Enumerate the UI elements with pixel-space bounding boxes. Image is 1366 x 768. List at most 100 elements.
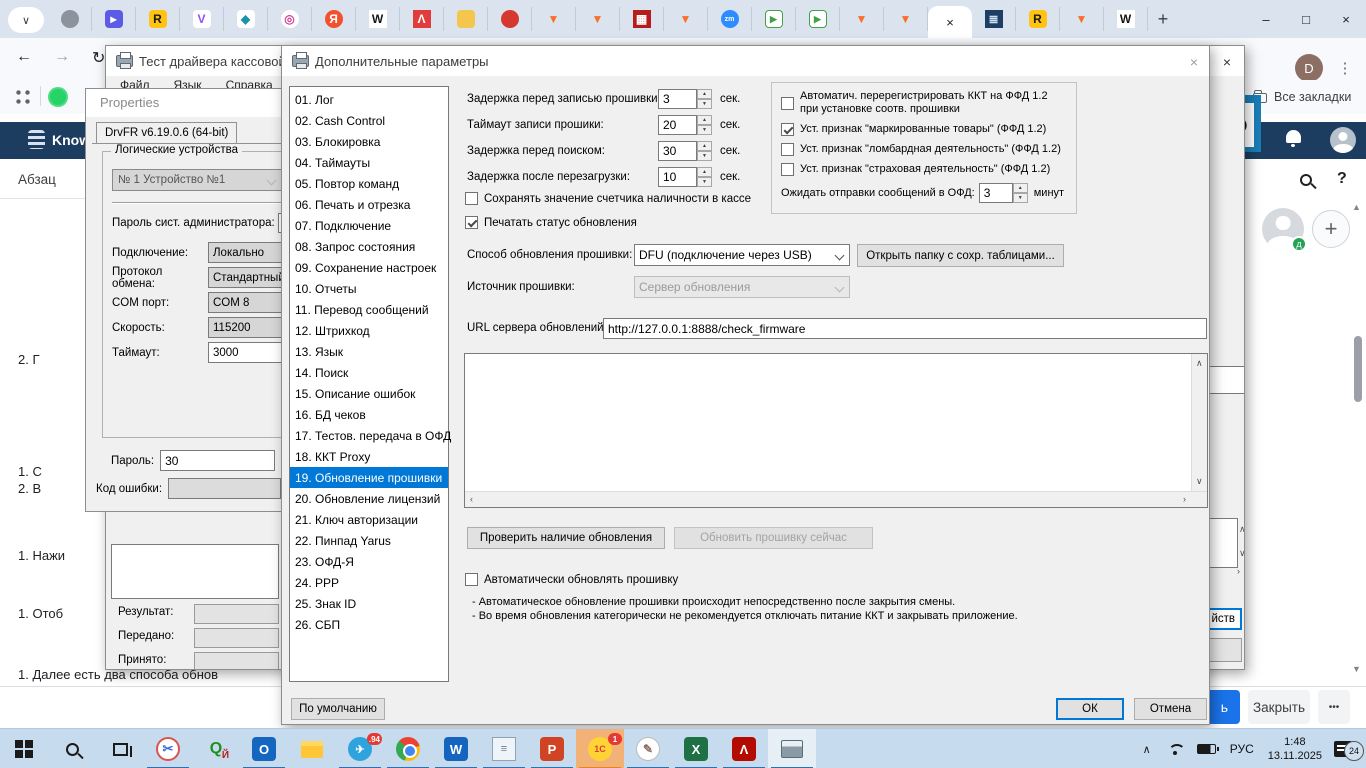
- delay-input[interactable]: 20: [658, 115, 697, 135]
- update-log-area[interactable]: ∧ ∨ ‹ ›: [464, 353, 1208, 508]
- tray-expand-icon[interactable]: ∧: [1143, 743, 1151, 756]
- side-scroll-up-icon[interactable]: ∧: [1239, 524, 1245, 535]
- start-button[interactable]: [0, 729, 48, 768]
- translator-button[interactable]: QЙ: [192, 729, 240, 768]
- device-select[interactable]: № 1 Устройство №1: [112, 169, 282, 191]
- firmware-source-select[interactable]: Сервер обновления: [634, 276, 850, 298]
- snipping-tool-button[interactable]: ✂: [144, 729, 192, 768]
- scroll-left-icon[interactable]: ‹: [470, 494, 473, 504]
- spin-up-icon[interactable]: ▲: [1013, 183, 1028, 193]
- outlook-button[interactable]: O: [240, 729, 288, 768]
- whatsapp-bookmark-icon[interactable]: [48, 87, 68, 107]
- category-list-item[interactable]: 10. Отчеты: [290, 278, 448, 299]
- acrobat-button[interactable]: Λ: [720, 729, 768, 768]
- scroll-up-icon[interactable]: ∧: [1196, 358, 1203, 369]
- spinner-control[interactable]: ▲▼: [1013, 183, 1028, 203]
- page-scroll-down-icon[interactable]: ▼: [1352, 664, 1361, 674]
- category-list-item[interactable]: 11. Перевод сообщений: [290, 299, 448, 320]
- add-member-button[interactable]: +: [1312, 210, 1350, 248]
- cancel-button[interactable]: Отмена: [1134, 698, 1207, 720]
- chrome-button[interactable]: [384, 729, 432, 768]
- category-list-item[interactable]: 22. Пинпад Yarus: [290, 530, 448, 551]
- spin-up-icon[interactable]: ▲: [697, 89, 712, 99]
- save-counter-checkbox[interactable]: [465, 192, 478, 205]
- setting-value[interactable]: Стандартный: [208, 267, 284, 288]
- page-scrollbar-thumb[interactable]: [1354, 336, 1362, 402]
- all-bookmarks-label[interactable]: Все закладки: [1274, 90, 1351, 104]
- excel-button[interactable]: X: [672, 729, 720, 768]
- ffd-checkbox[interactable]: [781, 163, 794, 176]
- defaults-button[interactable]: По умолчанию: [291, 698, 385, 720]
- spin-up-icon[interactable]: ▲: [697, 141, 712, 151]
- category-list-item[interactable]: 15. Описание ошибок: [290, 383, 448, 404]
- page-close-button[interactable]: Закрыть: [1248, 690, 1310, 724]
- onec-button[interactable]: 1С1: [576, 729, 624, 768]
- password-input[interactable]: 30: [160, 450, 275, 471]
- category-list-item[interactable]: 06. Печать и отрезка: [290, 194, 448, 215]
- category-list-item[interactable]: 08. Запрос состояния: [290, 236, 448, 257]
- category-list-item[interactable]: 21. Ключ авторизации: [290, 509, 448, 530]
- category-list-item[interactable]: 24. PPP: [290, 572, 448, 593]
- category-list-item[interactable]: 12. Штрихкод: [290, 320, 448, 341]
- update-method-select[interactable]: DFU (подключение через USB): [634, 244, 850, 266]
- notification-center-icon[interactable]: 24: [1334, 741, 1352, 757]
- setting-value[interactable]: Локально: [208, 242, 284, 263]
- new-tab-button[interactable]: +: [1148, 5, 1178, 33]
- category-list-item[interactable]: 02. Cash Control: [290, 110, 448, 131]
- taskbar-search-button[interactable]: [48, 729, 96, 768]
- page-scroll-up-icon[interactable]: ▲: [1352, 202, 1361, 212]
- category-list-item[interactable]: 18. ККТ Proxy: [290, 446, 448, 467]
- header-user-avatar[interactable]: [1330, 127, 1356, 153]
- category-list-item[interactable]: 23. ОФД-Я: [290, 551, 448, 572]
- category-list-item[interactable]: 04. Таймауты: [290, 152, 448, 173]
- delay-input[interactable]: 30: [658, 141, 697, 161]
- window-close-button[interactable]: ×: [1326, 0, 1366, 38]
- spinner-control[interactable]: ▲▼: [697, 167, 712, 187]
- reload-button[interactable]: ↻: [92, 48, 105, 68]
- tab-search-button[interactable]: ∨: [8, 7, 44, 33]
- spin-up-icon[interactable]: ▲: [697, 167, 712, 177]
- spin-down-icon[interactable]: ▼: [697, 177, 712, 187]
- spinner-control[interactable]: ▲▼: [697, 115, 712, 135]
- member-avatar[interactable]: д: [1262, 208, 1304, 250]
- ffd-checkbox[interactable]: [781, 143, 794, 156]
- spin-down-icon[interactable]: ▼: [697, 99, 712, 109]
- spin-down-icon[interactable]: ▼: [697, 125, 712, 135]
- update-firmware-now-button[interactable]: Обновить прошивку сейчас: [674, 527, 873, 549]
- update-server-url-input[interactable]: http://127.0.0.1:8888/check_firmware: [603, 318, 1207, 339]
- page-more-button[interactable]: •••: [1318, 690, 1350, 724]
- horizontal-scrollbar[interactable]: ‹ ›: [465, 491, 1207, 507]
- back-button[interactable]: ←: [16, 48, 32, 66]
- paragraph-dropdown[interactable]: Абзац: [18, 172, 56, 187]
- category-list-item[interactable]: 05. Повтор команд: [290, 173, 448, 194]
- word-button[interactable]: W: [432, 729, 480, 768]
- setting-value[interactable]: 3000: [208, 342, 284, 363]
- driver-test-taskbar-button[interactable]: [768, 729, 816, 768]
- delay-input[interactable]: 3: [658, 89, 697, 109]
- notifications-bell-icon[interactable]: [1286, 130, 1301, 143]
- wifi-icon[interactable]: [1167, 743, 1183, 756]
- window-minimize-button[interactable]: –: [1246, 0, 1286, 38]
- driver-version-tab[interactable]: DrvFR v6.19.0.6 (64-bit): [96, 122, 237, 143]
- category-list-item[interactable]: 13. Язык: [290, 341, 448, 362]
- category-list-item[interactable]: 26. СБП: [290, 614, 448, 635]
- scroll-down-icon[interactable]: ∨: [1196, 476, 1203, 487]
- battery-icon[interactable]: [1197, 744, 1216, 754]
- setting-value[interactable]: 115200: [208, 317, 284, 338]
- setting-value[interactable]: COM 8: [208, 292, 284, 313]
- dialog-close-icon[interactable]: ×: [1185, 53, 1203, 71]
- ffd-checkbox[interactable]: [781, 123, 794, 136]
- dialog-titlebar[interactable]: Дополнительные параметры: [282, 46, 1209, 76]
- forward-button[interactable]: →: [54, 48, 70, 66]
- notepad-button[interactable]: ≡: [480, 729, 528, 768]
- category-list-item[interactable]: 14. Поиск: [290, 362, 448, 383]
- task-view-button[interactable]: [96, 729, 144, 768]
- apps-grid-icon[interactable]: [14, 88, 30, 104]
- category-list-item[interactable]: 20. Обновление лицензий: [290, 488, 448, 509]
- window-maximize-button[interactable]: □: [1286, 0, 1326, 38]
- side-scroll-right-icon[interactable]: ›: [1237, 566, 1240, 576]
- delay-input[interactable]: 10: [658, 167, 697, 187]
- driver-log-textarea[interactable]: [111, 544, 279, 599]
- check-update-button[interactable]: Проверить наличие обновления: [467, 527, 665, 549]
- paint-button[interactable]: ✎: [624, 729, 672, 768]
